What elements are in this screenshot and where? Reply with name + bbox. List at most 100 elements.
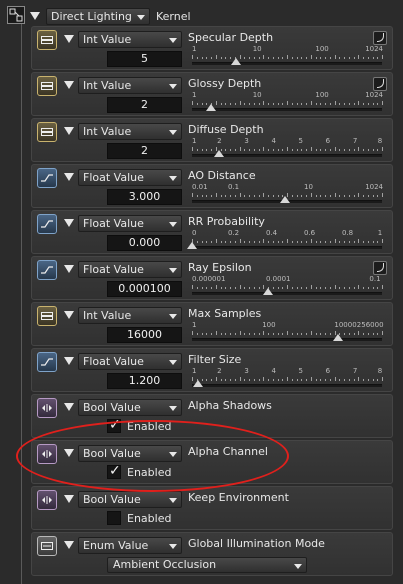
value-slider[interactable]: 1 10 100 1024 — [192, 91, 384, 115]
slider-tick — [315, 103, 317, 105]
float-type-icon[interactable] — [37, 352, 57, 372]
value-input[interactable]: 3.000 — [107, 189, 182, 205]
collapse-triangle-icon[interactable] — [64, 495, 74, 503]
collapse-triangle-icon[interactable] — [64, 357, 74, 365]
slider-tick — [287, 101, 288, 105]
int-type-icon[interactable] — [37, 30, 57, 50]
value-slider[interactable]: 1 10 100 1024 — [192, 45, 384, 69]
int-type-icon[interactable] — [37, 122, 57, 142]
value-input[interactable]: 2 — [107, 97, 182, 113]
slider-track[interactable] — [192, 62, 382, 65]
value-slider[interactable]: 1 2 3 4 5 6 7 8 — [192, 367, 384, 391]
chevron-down-icon — [294, 564, 302, 569]
value-type-dropdown[interactable]: Float Value — [78, 215, 182, 232]
slider-tick — [282, 103, 284, 105]
value-type-dropdown[interactable]: Enum Value — [78, 537, 182, 554]
slider-tick — [258, 149, 260, 151]
slider-tick — [211, 379, 212, 381]
slider-tick-label: 1 — [192, 91, 197, 99]
value-type-dropdown[interactable]: Float Value — [78, 169, 182, 186]
value-type-dropdown[interactable]: Bool Value — [78, 399, 182, 416]
slider-thumb[interactable] — [206, 104, 216, 111]
slider-tick — [206, 57, 208, 59]
slider-tick-label: 1 — [192, 45, 197, 53]
curve-toggle-icon[interactable] — [373, 31, 387, 45]
bool-type-icon[interactable] — [37, 490, 57, 510]
int-type-icon[interactable] — [37, 306, 57, 326]
slider-tick-label: 100 — [315, 91, 329, 99]
slider-tick — [334, 55, 336, 59]
slider-tick — [277, 379, 279, 381]
float-type-icon[interactable] — [37, 168, 57, 188]
param-row: Enum Value Global Illumination Mode Ambien… — [31, 532, 393, 576]
node-graph-icon[interactable] — [7, 6, 25, 24]
slider-thumb[interactable] — [192, 380, 203, 387]
value-type-dropdown[interactable]: Int Value — [78, 123, 182, 140]
kernel-type-dropdown[interactable]: Direct Lighting — [46, 7, 150, 25]
int-type-icon[interactable] — [37, 76, 57, 96]
value-slider[interactable]: 0 0.2 0.4 0.6 0.8 1 — [187, 229, 384, 253]
slider-tick — [310, 285, 312, 289]
collapse-triangle-icon[interactable] — [64, 35, 74, 43]
slider-tick — [220, 103, 222, 105]
param-row: Float Value AO Distance 3.000 0.01 0.1 10 1024 — [31, 164, 393, 208]
slider-tick — [301, 195, 303, 197]
enabled-checkbox[interactable] — [107, 511, 121, 525]
slider-tick — [382, 101, 383, 105]
value-input[interactable]: 1.200 — [107, 373, 182, 389]
value-type-label: Float Value — [83, 355, 144, 368]
collapse-triangle-icon[interactable] — [64, 127, 74, 135]
slider-track[interactable] — [192, 292, 382, 295]
value-type-dropdown[interactable]: Int Value — [78, 307, 182, 324]
value-input[interactable]: 5 — [107, 51, 182, 67]
collapse-triangle-icon[interactable] — [64, 81, 74, 89]
collapse-triangle-icon[interactable] — [64, 173, 74, 181]
collapse-triangle-icon[interactable] — [64, 219, 74, 227]
curve-toggle-icon[interactable] — [373, 77, 387, 91]
value-type-dropdown[interactable]: Float Value — [78, 353, 182, 370]
collapse-triangle-icon[interactable] — [64, 265, 74, 273]
slider-tick — [196, 103, 198, 105]
value-input[interactable]: 0.000100 — [107, 281, 182, 297]
enum-type-icon[interactable] — [37, 536, 57, 556]
collapse-triangle-icon[interactable] — [64, 311, 74, 319]
value-slider[interactable]: 0.01 0.1 10 1024 — [192, 183, 384, 207]
slider-thumb[interactable] — [280, 196, 291, 203]
slider-tick — [339, 241, 341, 243]
slider-track[interactable] — [192, 384, 382, 387]
value-type-dropdown[interactable]: Float Value — [78, 261, 182, 278]
slider-tick — [310, 239, 312, 243]
float-type-icon[interactable] — [37, 260, 57, 280]
slider-tick — [306, 287, 307, 289]
slider-thumb[interactable] — [187, 242, 197, 249]
value-slider[interactable]: 1 2 3 4 5 6 7 8 — [192, 137, 384, 161]
collapse-triangle-icon[interactable] — [30, 12, 40, 20]
slider-track[interactable] — [192, 338, 382, 341]
collapse-triangle-icon[interactable] — [64, 541, 74, 549]
value-input[interactable]: 2 — [107, 143, 182, 159]
collapse-triangle-icon[interactable] — [64, 403, 74, 411]
slider-tick — [296, 103, 298, 105]
value-type-dropdown[interactable]: Int Value — [78, 31, 182, 48]
slider-tick — [358, 239, 360, 243]
slider-tick — [201, 103, 203, 105]
slider-thumb[interactable] — [230, 58, 241, 65]
slider-track[interactable] — [192, 108, 382, 111]
slider-track[interactable] — [192, 246, 382, 249]
value-slider[interactable]: 1 100 10000 256000 — [192, 321, 384, 345]
value-type-dropdown[interactable]: Int Value — [78, 77, 182, 94]
bool-type-icon[interactable] — [37, 398, 57, 418]
slider-tick-label: 1 — [377, 229, 383, 237]
value-input[interactable]: 16000 — [107, 327, 182, 343]
value-type-dropdown[interactable]: Bool Value — [78, 491, 182, 508]
float-type-icon[interactable] — [37, 214, 57, 234]
slider-tick — [358, 101, 360, 105]
value-slider[interactable]: 0.000001 0.0001 0.1 — [192, 275, 384, 299]
slider-thumb[interactable] — [214, 150, 225, 157]
slider-thumb[interactable] — [333, 334, 344, 341]
slider-thumb[interactable] — [263, 288, 273, 295]
value-input[interactable]: 0.000 — [107, 235, 182, 251]
enum-value-dropdown[interactable]: Ambient Occlusion — [107, 557, 307, 573]
slider-tick-label: 0.2 — [228, 229, 240, 237]
curve-toggle-icon[interactable] — [373, 261, 387, 275]
